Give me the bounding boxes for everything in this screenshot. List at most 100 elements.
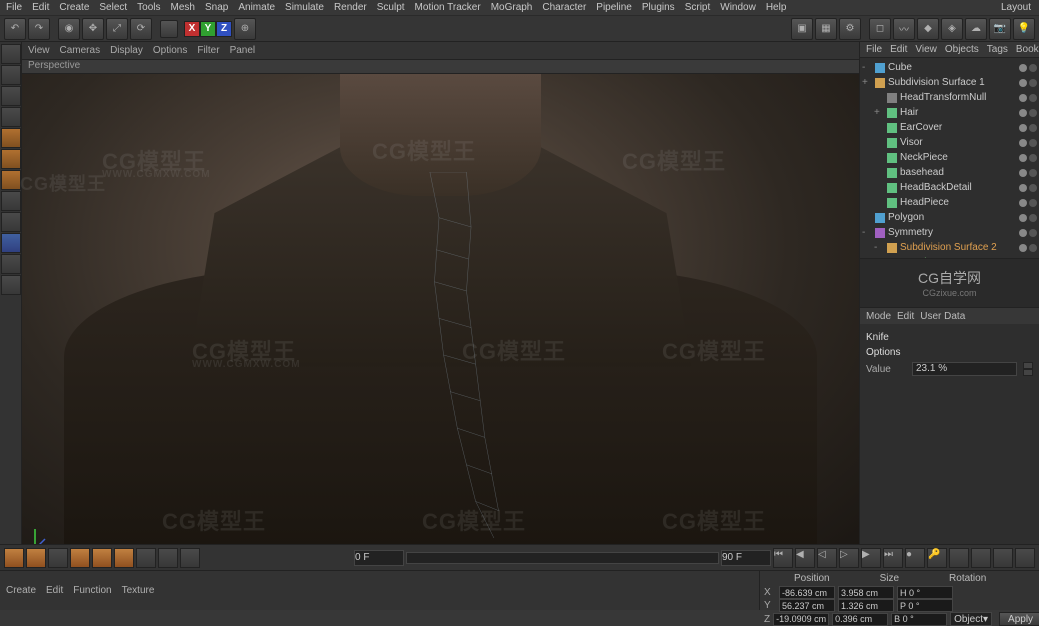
undo-button[interactable]: ↶ — [4, 18, 26, 40]
key-param-button[interactable] — [1015, 548, 1035, 568]
menu-create[interactable]: Create — [59, 2, 89, 13]
attr-edit[interactable]: Edit — [897, 311, 914, 322]
apply-button[interactable]: Apply — [999, 612, 1039, 626]
vp-menu-options[interactable]: Options — [153, 45, 187, 56]
play-button[interactable]: ▷ — [839, 548, 859, 568]
visibility-dots[interactable] — [1019, 199, 1037, 207]
render-settings-button[interactable]: ⚙ — [839, 18, 861, 40]
render-view-button[interactable]: ▣ — [791, 18, 813, 40]
menu-edit[interactable]: Edit — [32, 2, 49, 13]
tree-row[interactable]: -Cube — [860, 60, 1039, 75]
layout-dropdown[interactable]: Layout — [1001, 2, 1031, 13]
enable-axis-button[interactable] — [1, 191, 21, 211]
attr-section-options[interactable]: Options — [866, 347, 1033, 358]
play-back-button[interactable]: ◁ — [817, 548, 837, 568]
rotate-button[interactable]: ⟳ — [130, 18, 152, 40]
menu-simulate[interactable]: Simulate — [285, 2, 324, 13]
goto-end-button[interactable]: ⏭ — [883, 548, 903, 568]
size-x-input[interactable] — [838, 586, 894, 599]
visibility-dots[interactable] — [1019, 109, 1037, 117]
frame-end-input[interactable] — [721, 550, 771, 566]
attr-mode[interactable]: Mode — [866, 311, 891, 322]
expand-toggle-icon[interactable]: - — [874, 242, 884, 253]
menu-tools[interactable]: Tools — [137, 2, 160, 13]
add-deformer-button[interactable]: ◈ — [941, 18, 963, 40]
mat-tab-texture[interactable]: Texture — [122, 585, 155, 596]
add-camera-button[interactable]: 📷 — [989, 18, 1011, 40]
menu-character[interactable]: Character — [542, 2, 586, 13]
menu-sculpt[interactable]: Sculpt — [377, 2, 405, 13]
menu-render[interactable]: Render — [334, 2, 367, 13]
vp-menu-cameras[interactable]: Cameras — [60, 45, 101, 56]
add-generator-button[interactable]: ◆ — [917, 18, 939, 40]
timeline-tool-9[interactable] — [180, 548, 200, 568]
vp-menu-view[interactable]: View — [28, 45, 50, 56]
visibility-dots[interactable] — [1019, 64, 1037, 72]
axis-x-toggle[interactable]: X — [184, 21, 200, 37]
timeline-tool-1[interactable] — [4, 548, 24, 568]
make-editable-button[interactable] — [1, 44, 21, 64]
menu-snap[interactable]: Snap — [205, 2, 228, 13]
timeline-scrubber[interactable] — [406, 552, 719, 564]
timeline-tool-7[interactable] — [136, 548, 156, 568]
add-environment-button[interactable]: ☁ — [965, 18, 987, 40]
rot-b-input[interactable] — [891, 613, 947, 626]
menu-motion-tracker[interactable]: Motion Tracker — [415, 2, 481, 13]
recent-tool-button[interactable] — [160, 20, 178, 38]
move-button[interactable]: ✥ — [82, 18, 104, 40]
timeline-tool-6[interactable] — [114, 548, 134, 568]
autokey-button[interactable]: 🔑 — [927, 548, 947, 568]
key-pos-button[interactable] — [949, 548, 969, 568]
pos-y-input[interactable] — [779, 599, 835, 612]
render-pv-button[interactable]: ▦ — [815, 18, 837, 40]
workplane-button[interactable] — [1, 107, 21, 127]
expand-toggle-icon[interactable]: - — [862, 62, 872, 73]
menu-mesh[interactable]: Mesh — [171, 2, 195, 13]
menu-file[interactable]: File — [6, 2, 22, 13]
visibility-dots[interactable] — [1019, 139, 1037, 147]
tree-row[interactable]: -Subdivision Surface 2 — [860, 240, 1039, 255]
enable-snap-button[interactable] — [1, 233, 21, 253]
rot-h-input[interactable] — [897, 586, 953, 599]
expand-toggle-icon[interactable]: + — [874, 107, 884, 118]
timeline-tool-5[interactable] — [92, 548, 112, 568]
om-edit[interactable]: Edit — [890, 44, 907, 55]
goto-start-button[interactable]: ⏮ — [773, 548, 793, 568]
tree-row[interactable]: +Hair — [860, 105, 1039, 120]
visibility-dots[interactable] — [1019, 154, 1037, 162]
prev-frame-button[interactable]: ◀ — [795, 548, 815, 568]
key-rot-button[interactable] — [993, 548, 1013, 568]
visibility-dots[interactable] — [1019, 124, 1037, 132]
om-tags[interactable]: Tags — [987, 44, 1008, 55]
tree-row[interactable]: +Subdivision Surface 1 — [860, 75, 1039, 90]
scale-button[interactable]: ⤢ — [106, 18, 128, 40]
mat-tab-function[interactable]: Function — [73, 585, 111, 596]
polygons-mode-button[interactable] — [1, 170, 21, 190]
menu-script[interactable]: Script — [685, 2, 711, 13]
key-scale-button[interactable] — [971, 548, 991, 568]
live-select-button[interactable]: ◉ — [58, 18, 80, 40]
visibility-dots[interactable] — [1019, 184, 1037, 192]
om-file[interactable]: File — [866, 44, 882, 55]
object-tree[interactable]: -Cube+Subdivision Surface 1HeadTransform… — [860, 58, 1039, 258]
locked-workplane-button[interactable] — [1, 254, 21, 274]
attr-value-input[interactable]: 23.1 % — [912, 362, 1017, 376]
visibility-dots[interactable] — [1019, 214, 1037, 222]
size-z-input[interactable] — [832, 613, 888, 626]
redo-button[interactable]: ↷ — [28, 18, 50, 40]
chevron-down-icon[interactable] — [1023, 369, 1033, 376]
menu-window[interactable]: Window — [720, 2, 756, 13]
timeline-tool-8[interactable] — [158, 548, 178, 568]
tree-row[interactable]: HeadPiece — [860, 195, 1039, 210]
menu-plugins[interactable]: Plugins — [642, 2, 675, 13]
expand-toggle-icon[interactable]: - — [862, 227, 872, 238]
add-light-button[interactable]: 💡 — [1013, 18, 1035, 40]
menu-select[interactable]: Select — [99, 2, 127, 13]
viewport-solo-button[interactable] — [1, 212, 21, 232]
tree-row[interactable]: -Symmetry — [860, 225, 1039, 240]
om-view[interactable]: View — [915, 44, 937, 55]
om-objects[interactable]: Objects — [945, 44, 979, 55]
timeline-tool-4[interactable] — [70, 548, 90, 568]
axis-y-toggle[interactable]: Y — [200, 21, 216, 37]
tree-row[interactable]: Polygon — [860, 210, 1039, 225]
